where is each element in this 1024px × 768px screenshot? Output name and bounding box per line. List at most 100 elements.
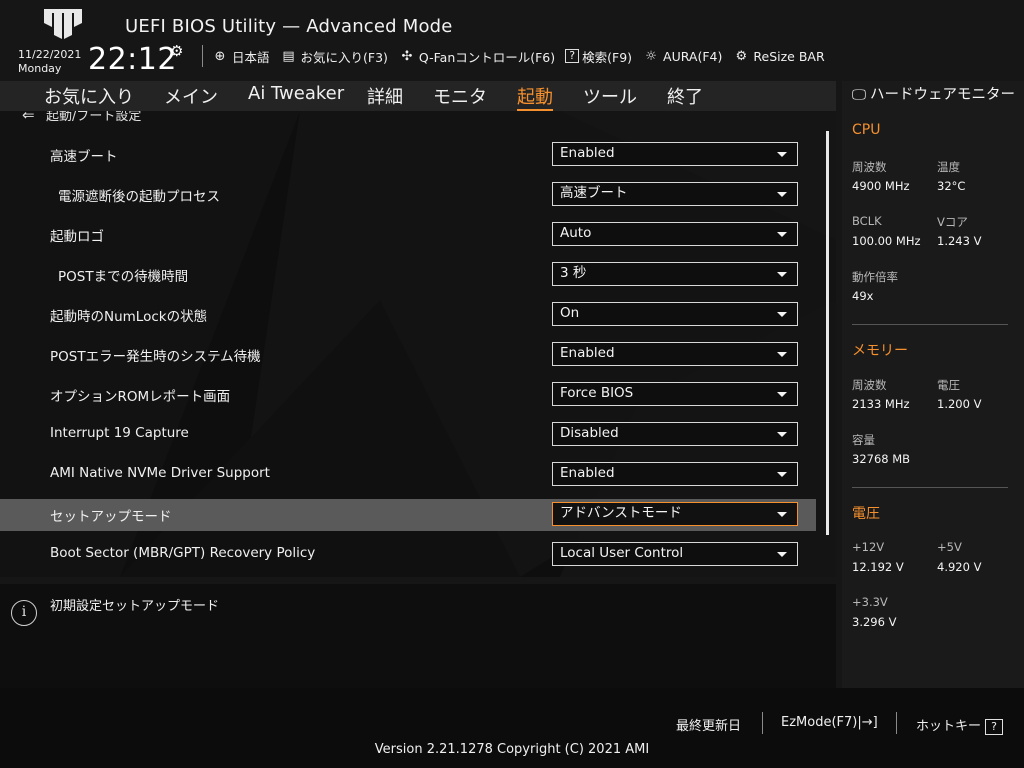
weekday-text: Monday: [18, 62, 62, 75]
setting-row-interrupt-19[interactable]: Interrupt 19 Capture Disabled: [0, 419, 816, 451]
qfan-button[interactable]: ✣ Q-Fanコントロール(F6): [398, 47, 555, 66]
setting-row-nvme-driver[interactable]: AMI Native NVMe Driver Support Enabled: [0, 459, 816, 491]
caret-down-icon: [777, 152, 787, 157]
resize-bar-label: ReSize BAR: [753, 48, 825, 64]
fan-icon: ✣: [401, 48, 413, 64]
header: UEFI BIOS Utility — Advanced Mode 11/22/…: [0, 0, 1024, 82]
setting-label: POSTまでの待機時間: [58, 269, 189, 285]
post-delay-select[interactable]: 3 秒: [552, 262, 798, 286]
mem-volt-label: 電圧: [937, 378, 960, 392]
interrupt-19-select[interactable]: Disabled: [552, 422, 798, 446]
setting-label: 起動ロゴ: [50, 229, 104, 245]
setting-row-setup-mode[interactable]: セットアップモード アドバンストモード: [0, 499, 816, 531]
clock-settings-gear-icon[interactable]: ⚙: [170, 42, 183, 60]
tab-advanced[interactable]: 詳細: [367, 83, 403, 109]
fast-boot-select[interactable]: Enabled: [552, 142, 798, 166]
tab-tool[interactable]: ツール: [583, 83, 637, 109]
wait-on-error-select[interactable]: Enabled: [552, 342, 798, 366]
version-text: Version 2.21.1278 Copyright (C) 2021 AMI: [374, 742, 650, 757]
v33-label: +3.3V: [852, 595, 888, 609]
v12-label: +12V: [852, 540, 885, 554]
setting-row-numlock[interactable]: 起動時のNumLockの状態 On: [0, 299, 816, 331]
footer-separator: [762, 712, 763, 734]
tab-boot[interactable]: 起動: [517, 83, 553, 111]
date-display: 11/22/2021 Monday: [18, 48, 81, 76]
search-icon: ?: [565, 49, 580, 63]
select-value: Enabled: [560, 345, 615, 361]
caret-down-icon: [777, 512, 787, 517]
menu-bar: お気に入り メイン Ai Tweaker 詳細 モニタ 起動 ツール 終了: [0, 81, 836, 111]
hotkey-button[interactable]: ホットキー?: [916, 715, 1004, 735]
cpu-freq-value: 4900 MHz: [852, 179, 910, 193]
setting-label: Interrupt 19 Capture: [50, 425, 189, 441]
globe-icon: ⊕: [214, 48, 226, 64]
setting-row-option-rom[interactable]: オプションROMレポート画面 Force BIOS: [0, 379, 816, 411]
next-boot-select[interactable]: 高速ブート: [552, 182, 798, 206]
select-value: Enabled: [560, 465, 615, 481]
caret-down-icon: [777, 272, 787, 277]
setting-row-next-boot-after-ac-loss[interactable]: 電源遮断後の起動プロセス 高速ブート: [0, 179, 816, 211]
footer-separator: [896, 712, 897, 734]
select-value: 3 秒: [560, 265, 587, 281]
bclk-value: 100.00 MHz: [852, 234, 921, 248]
aura-icon: ☼: [645, 48, 657, 64]
caret-down-icon: [777, 192, 787, 197]
vcore-value: 1.243 V: [937, 234, 982, 248]
ratio-label: 動作倍率: [852, 270, 898, 284]
favorites-icon: ▤: [282, 48, 295, 64]
breadcrumb[interactable]: ⇐ 起動/ブート設定: [22, 111, 141, 124]
search-button[interactable]: ? 検索(F9): [565, 47, 632, 66]
help-panel: i 初期設定セットアップモード: [0, 584, 836, 688]
voltage-heading: 電圧: [852, 506, 880, 522]
numlock-select[interactable]: On: [552, 302, 798, 326]
back-arrow-icon[interactable]: ⇐: [22, 111, 46, 124]
memory-heading: メモリー: [852, 343, 908, 359]
language-button[interactable]: ⊕ 日本語: [211, 47, 270, 66]
tab-ai-tweaker[interactable]: Ai Tweaker: [248, 83, 344, 104]
info-icon: i: [11, 600, 37, 626]
option-rom-select[interactable]: Force BIOS: [552, 382, 798, 406]
setting-label: POSTエラー発生時のシステム待機: [50, 349, 261, 365]
setting-row-fast-boot[interactable]: 高速ブート Enabled: [0, 139, 816, 171]
boot-sector-recovery-select[interactable]: Local User Control: [552, 542, 798, 566]
help-icon: ?: [985, 718, 1004, 735]
mem-freq-label: 周波数: [852, 378, 887, 392]
exit-arrow-icon: →]: [861, 715, 878, 730]
setting-label: 高速ブート: [50, 149, 118, 165]
ezmode-button[interactable]: EzMode(F7)|→]: [781, 715, 878, 730]
aura-button[interactable]: ☼ AURA(F4): [642, 49, 722, 64]
setting-label: AMI Native NVMe Driver Support: [50, 465, 270, 481]
caret-down-icon: [777, 432, 787, 437]
hardware-monitor-panel: 🖵 ハードウェアモニター CPU 周波数 温度 4900 MHz 32°C BCL…: [842, 81, 1024, 688]
setting-row-post-delay[interactable]: POSTまでの待機時間 3 秒: [0, 259, 816, 291]
tab-exit[interactable]: 終了: [667, 83, 703, 109]
language-label: 日本語: [232, 49, 270, 65]
nvme-driver-select[interactable]: Enabled: [552, 462, 798, 486]
setting-row-boot-sector-recovery[interactable]: Boot Sector (MBR/GPT) Recovery Policy Lo…: [0, 539, 816, 571]
v5-value: 4.920 V: [937, 560, 982, 574]
tab-favorites[interactable]: お気に入り: [44, 83, 134, 109]
v12-value: 12.192 V: [852, 560, 904, 574]
caret-down-icon: [777, 392, 787, 397]
cpu-temp-label: 温度: [937, 160, 960, 174]
setting-label: オプションROMレポート画面: [50, 389, 231, 405]
setting-row-boot-logo[interactable]: 起動ロゴ Auto: [0, 219, 816, 251]
hotkey-label: ホットキー: [916, 719, 982, 734]
boot-logo-select[interactable]: Auto: [552, 222, 798, 246]
hw-title-text: ハードウェアモニター: [870, 87, 1015, 103]
resize-bar-button[interactable]: ⚙ ReSize BAR: [732, 48, 825, 64]
qfan-label: Q-Fanコントロール(F6): [418, 49, 556, 65]
search-label: 検索(F9): [582, 49, 633, 65]
settings-panel: ⇐ 起動/ブート設定 高速ブート Enabled 電源遮断後の起動プロセス 高速ブ…: [0, 111, 836, 577]
favorites-button[interactable]: ▤ お気に入り(F3): [280, 47, 388, 66]
select-value: Force BIOS: [560, 385, 634, 401]
setting-row-wait-on-error[interactable]: POSTエラー発生時のシステム待機 Enabled: [0, 339, 816, 371]
last-modified-button[interactable]: 最終更新日: [676, 715, 741, 734]
scrollbar[interactable]: [826, 131, 829, 535]
setup-mode-select[interactable]: アドバンストモード: [552, 502, 798, 526]
setting-label: Boot Sector (MBR/GPT) Recovery Policy: [50, 545, 316, 561]
hardware-monitor-title: 🖵 ハードウェアモニター: [852, 87, 1022, 104]
resize-bar-icon: ⚙: [735, 48, 748, 64]
tab-monitor[interactable]: モニタ: [433, 83, 487, 109]
tab-main[interactable]: メイン: [164, 83, 218, 109]
